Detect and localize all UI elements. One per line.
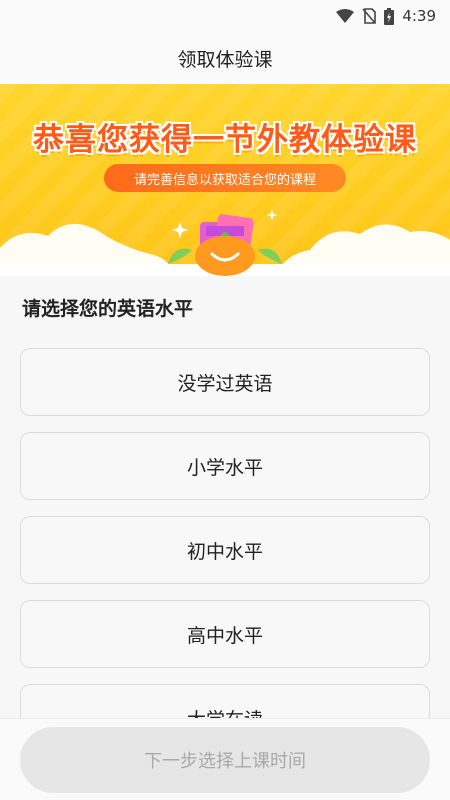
option-label: 没学过英语 [177, 372, 273, 395]
banner-subline: 请完善信息以获取适合您的课程 [104, 164, 346, 192]
battery-charging-icon [384, 7, 395, 25]
next-step-button[interactable]: 下一步选择上课时间 [20, 727, 430, 793]
option-label: 初中水平 [186, 540, 263, 563]
option-primary-school[interactable]: 小学水平 [20, 432, 430, 500]
page-title: 领取体验课 [177, 48, 273, 71]
option-no-english[interactable]: 没学过英语 [20, 348, 430, 416]
section-title: 请选择您的英语水平 [22, 298, 194, 320]
option-high-school[interactable]: 高中水平 [20, 600, 430, 668]
nav-bar: 领取体验课 [0, 32, 450, 84]
status-time: 4:39 [402, 7, 436, 25]
option-label: 高中水平 [186, 624, 263, 647]
level-options-list: 没学过英语 小学水平 初中水平 高中水平 大学在读 [20, 348, 430, 720]
option-label: 小学水平 [186, 456, 263, 479]
status-bar: 4:39 [0, 0, 450, 32]
wifi-icon [336, 9, 355, 23]
promo-banner: 恭喜您获得一节外教体验课 请完善信息以获取适合您的课程 [0, 84, 450, 276]
mascot-gift-illustration [168, 210, 282, 276]
option-middle-school[interactable]: 初中水平 [20, 516, 430, 584]
bottom-bar: 下一步选择上课时间 [0, 718, 450, 800]
option-university[interactable]: 大学在读 [20, 684, 430, 720]
no-sim-icon [362, 8, 377, 24]
banner-headline: 恭喜您获得一节外教体验课 [33, 122, 417, 158]
